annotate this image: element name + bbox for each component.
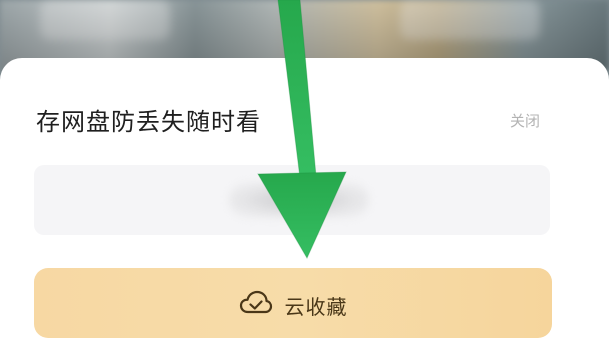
cloud-save-button[interactable]: 云收藏	[34, 268, 552, 338]
cloud-check-icon	[239, 290, 273, 320]
background-item	[40, 0, 170, 40]
background-item	[400, 0, 540, 40]
close-button[interactable]: 关闭	[510, 110, 540, 131]
file-preview-blurred	[229, 182, 369, 218]
cloud-save-label: 云收藏	[284, 294, 348, 319]
file-preview-card	[34, 165, 550, 235]
dialog-title: 存网盘防丢失随时看	[36, 108, 261, 136]
